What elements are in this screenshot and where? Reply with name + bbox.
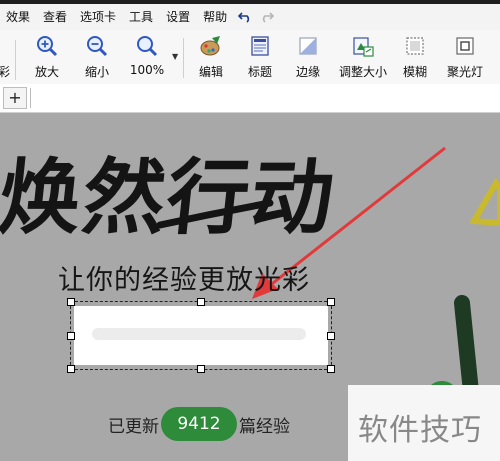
resize-label: 调整大小 bbox=[338, 65, 387, 79]
zoom-dropdown-arrow[interactable]: ▼ bbox=[172, 52, 178, 61]
zoom-out-button[interactable]: 缩小 bbox=[82, 34, 112, 82]
update-suffix: 篇经验 bbox=[239, 416, 290, 437]
blurred-region bbox=[74, 306, 328, 365]
tab-strip: + bbox=[0, 84, 500, 113]
tab-divider bbox=[30, 88, 31, 108]
resize-handle-top-left[interactable] bbox=[67, 298, 75, 306]
spotlight-icon bbox=[453, 34, 477, 58]
zoom-level-value: 100% bbox=[129, 63, 165, 77]
blur-label: 模糊 bbox=[402, 65, 427, 79]
toolbar: 彩 放大 缩小 100% ▼ 编辑 标题 边缘 调整大小 模糊 聚光灯 bbox=[0, 30, 500, 85]
resize-handle-right[interactable] bbox=[327, 332, 335, 340]
zoom-out-label: 缩小 bbox=[84, 65, 109, 79]
zoom-in-button[interactable]: 放大 bbox=[32, 34, 62, 82]
resize-icon bbox=[351, 34, 375, 58]
headline-underline bbox=[156, 199, 274, 229]
blurred-text bbox=[92, 328, 306, 340]
menu-view[interactable]: 查看 bbox=[37, 4, 74, 30]
border-icon bbox=[296, 34, 320, 58]
zoom-in-label: 放大 bbox=[34, 65, 59, 79]
menu-settings[interactable]: 设置 bbox=[160, 4, 197, 30]
spotlight-label: 聚光灯 bbox=[446, 65, 483, 79]
update-prefix: 已更新 bbox=[108, 416, 159, 437]
edit-label: 编辑 bbox=[198, 65, 223, 79]
resize-handle-top[interactable] bbox=[197, 298, 205, 306]
blur-selection-box[interactable] bbox=[67, 298, 335, 373]
blur-button[interactable]: 模糊 bbox=[402, 34, 428, 82]
spotlight-button[interactable]: 聚光灯 bbox=[446, 34, 484, 82]
zoom-out-icon bbox=[85, 34, 109, 58]
edit-icon bbox=[199, 34, 223, 58]
update-counter: 已更新 9412 篇经验 bbox=[108, 407, 290, 441]
resize-handle-bottom-left[interactable] bbox=[67, 365, 75, 373]
yellow-triangle-shape bbox=[469, 177, 500, 227]
title-label: 标题 bbox=[247, 65, 272, 79]
toolbar-partial-label: 彩 bbox=[0, 65, 11, 79]
image-subline: 让你的经验更放光彩 bbox=[58, 265, 310, 296]
watermark-box: 软件技巧 bbox=[348, 385, 500, 461]
zoom-fit-icon bbox=[135, 34, 159, 58]
menu-tools[interactable]: 工具 bbox=[123, 4, 160, 30]
undo-icon[interactable] bbox=[234, 4, 256, 30]
toolbar-separator bbox=[183, 38, 184, 78]
menu-effects[interactable]: 效果 bbox=[0, 4, 37, 30]
edit-button[interactable]: 编辑 bbox=[196, 34, 226, 82]
title-button[interactable]: 标题 bbox=[245, 34, 275, 82]
resize-handle-bottom-right[interactable] bbox=[327, 365, 335, 373]
redo-icon[interactable] bbox=[256, 4, 278, 30]
menu-bar: 效果 查看 选项卡 工具 设置 帮助 bbox=[0, 4, 500, 30]
resize-button[interactable]: 调整大小 bbox=[337, 34, 389, 82]
blur-icon bbox=[403, 34, 427, 58]
toolbar-separator bbox=[15, 40, 16, 80]
menu-tabs[interactable]: 选项卡 bbox=[74, 4, 123, 30]
count-badge: 9412 bbox=[161, 407, 237, 441]
menu-help[interactable]: 帮助 bbox=[197, 4, 234, 30]
title-icon bbox=[248, 34, 272, 58]
zoom-level-button[interactable]: 100% bbox=[127, 34, 167, 82]
resize-handle-bottom[interactable] bbox=[197, 365, 205, 373]
resize-handle-left[interactable] bbox=[67, 332, 75, 340]
new-tab-button[interactable]: + bbox=[3, 87, 27, 109]
border-label: 边缘 bbox=[295, 65, 320, 79]
border-button[interactable]: 边缘 bbox=[293, 34, 323, 82]
watermark-text: 软件技巧 bbox=[358, 413, 482, 448]
zoom-in-icon bbox=[35, 34, 59, 58]
resize-handle-top-right[interactable] bbox=[327, 298, 335, 306]
